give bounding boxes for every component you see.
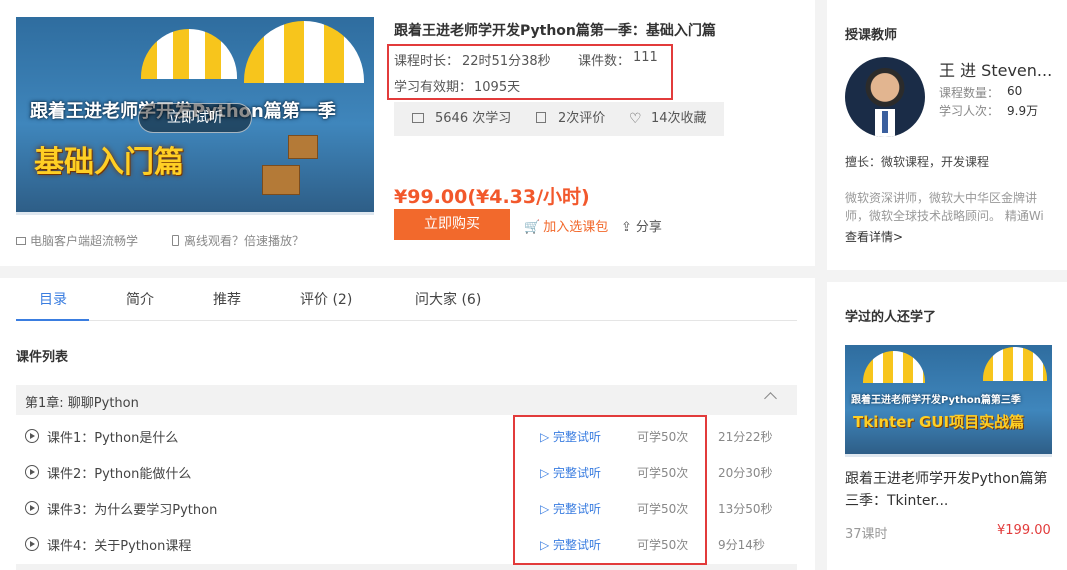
teacher-avatar[interactable] [845,57,925,137]
offline-link[interactable]: 离线观看？倍速播放？ [172,232,304,249]
review-count[interactable]: 2次评价 [558,102,605,136]
recommend-panel-title: 学过的人还学了 [845,310,937,325]
courseware-list-title: 课件列表 [16,350,69,365]
play-circle-icon [25,501,39,515]
course-title: 跟着王进老师学开发Python篇第一季：基础入门篇 [394,23,716,39]
recommend-course-image[interactable]: 跟着王进老师学开发Python篇第三季 Tkinter GUI项目实战篇 [845,345,1052,457]
share-button[interactable]: ⇪ 分享 [621,216,662,235]
recommend-image-line1: 跟着王进老师学开发Python篇第三季 [851,395,1021,406]
buy-now-button[interactable]: 立即购买 [394,209,510,240]
lesson-duration: 21分22秒 [718,430,773,444]
lesson-title: 课件4：关于Python课程 [47,539,192,554]
recommend-course-title[interactable]: 跟着王进老师学开发Python篇第三季：Tkinter... [845,468,1057,512]
play-circle-icon [25,537,39,551]
teacher-name[interactable]: 王 进 Steven... [939,57,1052,81]
box-decoration [262,165,300,195]
parachute-decoration [244,21,364,83]
course-count-label: 课程数量： [939,86,1000,100]
teacher-specialty: 擅长：微软课程，开发课程 [845,155,990,169]
learners-value: 9.9万 [1007,104,1039,118]
course-cover-image[interactable]: 跟着王进老师学开发Python篇第一季 基础入门篇 立即试听 [16,17,374,215]
box-decoration [288,135,318,159]
play-circle-icon [25,429,39,443]
pc-client-link[interactable]: 电脑客户端超流畅学 [16,232,138,249]
learners-label: 学习人次： [939,104,1000,118]
lesson-title: 课件1：Python是什么 [47,431,179,446]
tab-recommend[interactable]: 推荐 [213,289,241,309]
add-to-package-button[interactable]: 🛒 加入选课包 [524,216,608,235]
monitor-icon [16,237,26,245]
stats-bar: 5646 次学习 2次评价 ♡ 14次收藏 [394,102,724,136]
book-icon [412,102,424,136]
course-count-value: 60 [1007,84,1023,98]
tabs-divider [16,320,797,321]
highlight-box-trials [513,415,707,565]
lesson-title: 课件2：Python能做什么 [47,467,192,482]
share-icon: ⇪ [621,220,632,235]
tab-reviews[interactable]: 评价 (2) [300,289,352,309]
teacher-panel-title: 授课教师 [845,28,898,43]
lesson-duration: 20分30秒 [718,466,773,480]
lesson-title: 课件3：为什么要学习Python [47,503,218,518]
study-count: 5646 次学习 [435,111,512,126]
recommend-course-price: ¥199.00 [997,523,1051,538]
recommend-course-hours: 37课时 [845,527,888,542]
cover-title-line2: 基础入门篇 [34,145,184,180]
avatar-tie [882,111,888,133]
highlight-box-meta [387,44,673,100]
offline-text: 离线观看？倍速播放？ [184,234,305,248]
chevron-up-icon[interactable] [764,392,777,405]
active-tab-underline [16,319,89,321]
heart-icon[interactable]: ♡ [629,102,642,136]
cover-trial-button[interactable]: 立即试听 [138,103,252,133]
lesson-duration: 13分50秒 [718,502,773,516]
course-price: ¥99.00(¥4.33/小时) [394,186,590,208]
cart-icon: 🛒 [524,220,541,235]
teacher-detail-link[interactable]: 查看详情> [845,228,903,245]
favorite-count[interactable]: 14次收藏 [651,102,707,136]
parachute-decoration [983,347,1047,381]
parachute-decoration [863,351,925,383]
phone-icon [172,235,179,246]
play-circle-icon [25,465,39,479]
edit-icon [536,102,546,136]
share-label: 分享 [635,220,662,235]
chapter-title: 第1章: 聊聊Python [25,396,139,411]
pc-client-text: 电脑客户端超流畅学 [30,234,139,248]
tab-catalog[interactable]: 目录 [39,289,67,309]
parachute-decoration [141,29,237,79]
tab-questions[interactable]: 问大家 (6) [415,289,481,309]
lesson-duration: 9分14秒 [718,538,765,552]
recommend-image-line2: Tkinter GUI项目实战篇 [853,413,1025,431]
chapter-header[interactable]: 第1章: 聊聊Python [16,385,797,415]
teacher-bio: 微软资深讲师，微软大中华区金牌讲师，微软全球技术战略顾问。 精通Wi [845,191,1044,223]
tab-intro[interactable]: 简介 [126,289,154,309]
add-to-package-label: 加入选课包 [543,220,609,235]
